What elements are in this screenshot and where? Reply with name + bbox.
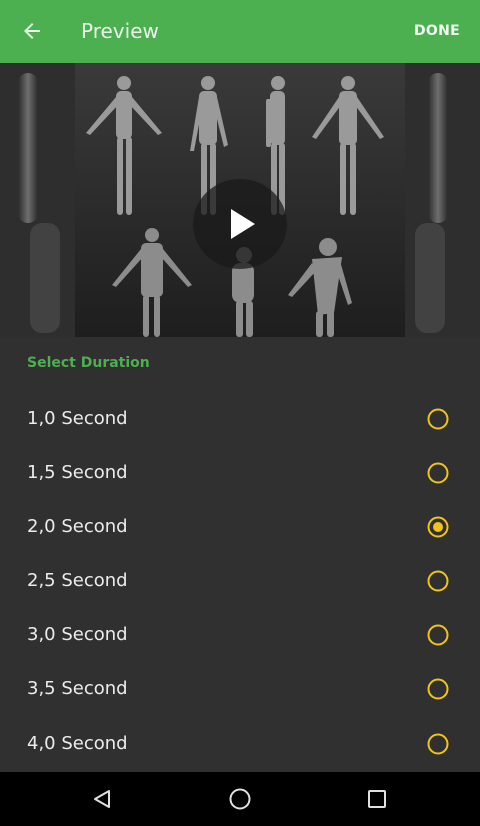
duration-option[interactable]: 2,0 Second [0, 500, 480, 554]
duration-option[interactable]: 2,5 Second [0, 554, 480, 608]
nav-home-icon [229, 788, 251, 810]
nav-recents-button[interactable] [360, 782, 394, 816]
nav-back-icon [94, 790, 110, 808]
page-title: Preview [81, 19, 159, 43]
duration-option[interactable]: 1,0 Second [0, 392, 480, 446]
section-label: Select Duration [27, 355, 150, 371]
arrow-back-icon [24, 23, 40, 39]
duration-option[interactable]: 3,5 Second [0, 662, 480, 716]
nav-home-button[interactable] [223, 782, 257, 816]
play-button[interactable] [193, 179, 287, 269]
duration-option-label: 2,5 Second [27, 570, 128, 591]
duration-option[interactable]: 4,0 Second [0, 717, 480, 771]
duration-option[interactable]: 1,5 Second [0, 446, 480, 500]
done-button[interactable]: DONE [414, 0, 460, 63]
nav-back-button[interactable] [85, 782, 119, 816]
radio-unchecked-icon[interactable] [427, 624, 449, 646]
back-button[interactable] [14, 13, 50, 49]
duration-option-label: 1,0 Second [27, 408, 128, 429]
system-nav-bar [0, 772, 480, 826]
duration-option-label: 1,5 Second [27, 462, 128, 483]
duration-option-label: 3,5 Second [27, 678, 128, 699]
duration-option-label: 3,0 Second [27, 624, 128, 645]
radio-checked-icon[interactable] [427, 516, 449, 538]
duration-option[interactable]: 3,0 Second [0, 608, 480, 662]
play-icon [193, 179, 287, 269]
radio-unchecked-icon[interactable] [427, 678, 449, 700]
duration-option-label: 4,0 Second [27, 733, 128, 754]
app-bar: Preview DONE [0, 0, 480, 63]
duration-option-label: 2,0 Second [27, 516, 128, 537]
video-preview[interactable] [0, 63, 480, 337]
radio-unchecked-icon[interactable] [427, 462, 449, 484]
nav-recents-icon [368, 790, 386, 808]
radio-unchecked-icon[interactable] [427, 570, 449, 592]
radio-unchecked-icon[interactable] [427, 408, 449, 430]
radio-unchecked-icon[interactable] [427, 733, 449, 755]
